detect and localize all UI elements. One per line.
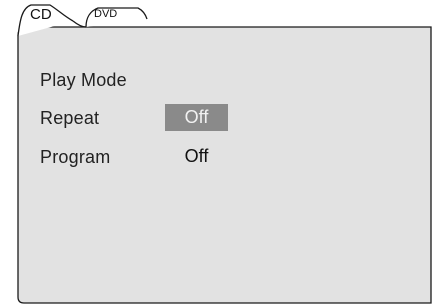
program-value[interactable]: Off: [165, 143, 228, 170]
tab-cd[interactable]: CD: [30, 7, 52, 22]
osd-screen: CD DVD Play Mode Repeat Off Program Off: [0, 0, 436, 305]
play-mode-label[interactable]: Play Mode: [40, 71, 127, 89]
repeat-label[interactable]: Repeat: [40, 109, 99, 127]
tab-dvd[interactable]: DVD: [94, 9, 117, 20]
repeat-value[interactable]: Off: [165, 104, 228, 131]
program-label[interactable]: Program: [40, 148, 110, 166]
